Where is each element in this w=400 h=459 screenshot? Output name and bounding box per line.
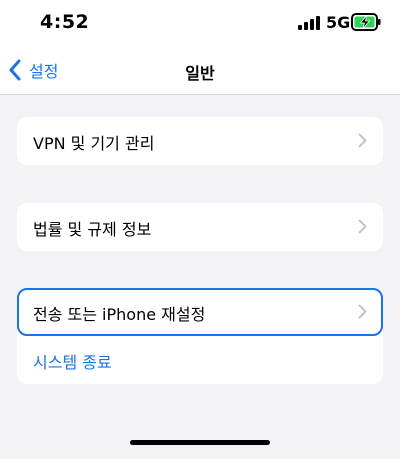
- battery-charging-icon: [351, 13, 381, 31]
- navigation-bar: 설정 일반: [0, 48, 400, 95]
- row-vpn-device-management[interactable]: VPN 및 기기 관리: [17, 117, 383, 165]
- network-type: 5G: [326, 13, 351, 32]
- page-title: 일반: [185, 64, 215, 83]
- row-label: 법률 및 규제 정보: [33, 220, 152, 239]
- shut-down-link: 시스템 종료: [33, 353, 112, 372]
- status-bar: 4:52 5G: [0, 0, 400, 48]
- row-legal-regulatory[interactable]: 법률 및 규제 정보: [17, 203, 383, 251]
- row-shut-down[interactable]: 시스템 종료: [17, 336, 383, 384]
- chevron-right-icon: [358, 304, 367, 319]
- status-time: 4:52: [40, 11, 90, 33]
- settings-group-vpn: VPN 및 기기 관리: [17, 117, 383, 165]
- signal-icon: [298, 16, 320, 30]
- chevron-right-icon: [358, 219, 367, 234]
- settings-group-legal: 법률 및 규제 정보: [17, 203, 383, 251]
- home-indicator: [130, 440, 270, 445]
- row-transfer-or-reset-iphone[interactable]: 전송 또는 iPhone 재설정: [17, 288, 383, 336]
- settings-group-reset: 전송 또는 iPhone 재설정 시스템 종료: [17, 288, 383, 384]
- row-label: 전송 또는 iPhone 재설정: [33, 305, 206, 324]
- row-label: VPN 및 기기 관리: [33, 134, 155, 153]
- chevron-right-icon: [358, 133, 367, 148]
